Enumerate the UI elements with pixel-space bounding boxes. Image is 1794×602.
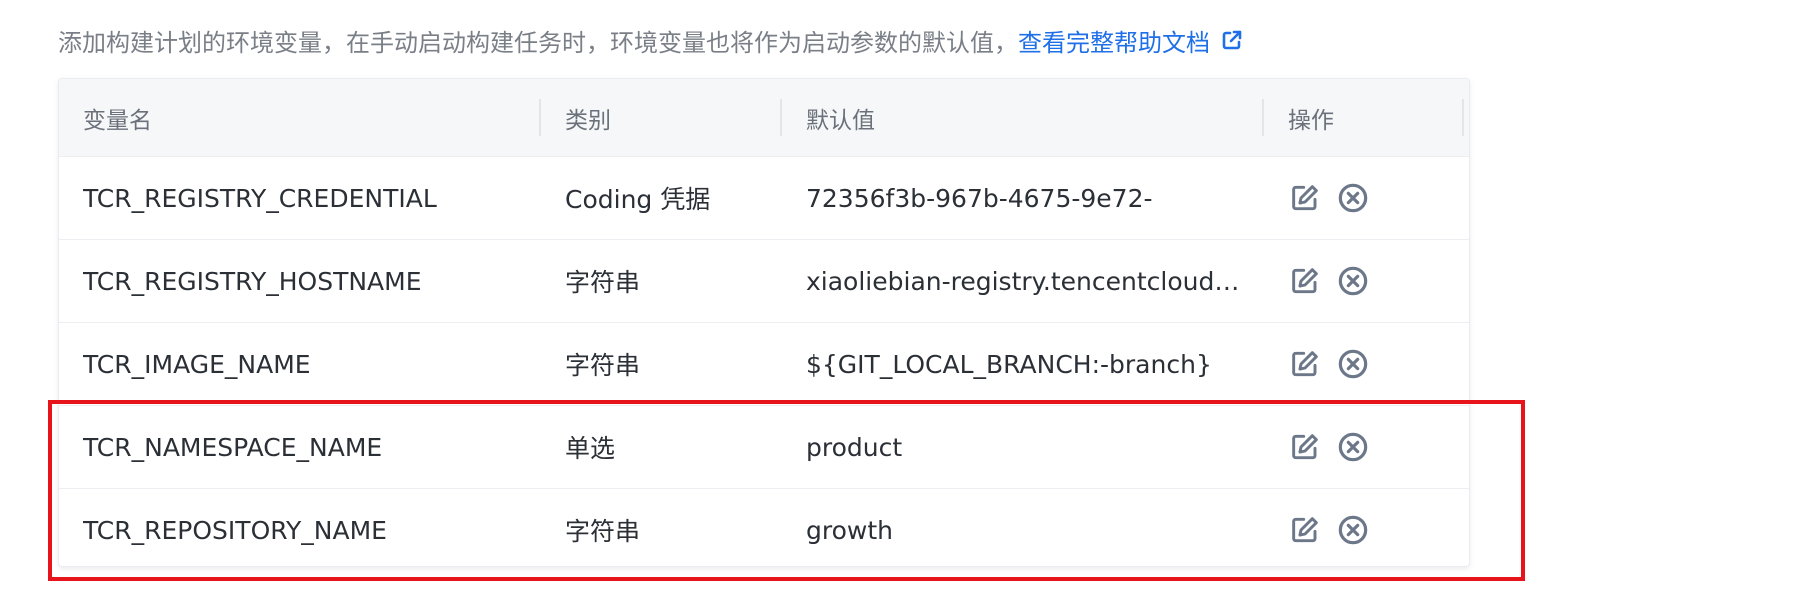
variable-type: Coding 凭据 — [565, 185, 711, 214]
edit-icon[interactable] — [1288, 264, 1322, 298]
header-actions: 操作 — [1264, 79, 1464, 156]
delete-circle-icon[interactable] — [1336, 264, 1370, 298]
description-text: 添加构建计划的环境变量，在手动启动构建任务时，环境变量也将作为启动参数的默认值， — [58, 28, 1018, 57]
variable-type: 单选 — [565, 434, 616, 463]
variable-default: growth — [806, 515, 893, 545]
edit-icon[interactable] — [1288, 181, 1322, 215]
delete-circle-icon[interactable] — [1336, 347, 1370, 381]
variable-name: TCR_NAMESPACE_NAME — [83, 432, 383, 462]
header-name: 变量名 — [59, 79, 541, 156]
variable-default: ${GIT_LOCAL_BRANCH:-branch} — [806, 349, 1212, 379]
row-actions — [1288, 513, 1370, 547]
table-header: 变量名 类别 默认值 操作 — [59, 79, 1469, 157]
table-body: TCR_REGISTRY_CREDENTIAL Coding 凭据 72356f… — [59, 157, 1469, 566]
delete-circle-icon[interactable] — [1336, 430, 1370, 464]
variable-default: 72356f3b-967b-4675-9e72- — [806, 183, 1153, 213]
variable-name: TCR_IMAGE_NAME — [83, 349, 311, 379]
table-row: TCR_IMAGE_NAME 字符串 ${GIT_LOCAL_BRANCH:-b… — [59, 323, 1469, 406]
edit-icon[interactable] — [1288, 347, 1322, 381]
variable-name: TCR_REGISTRY_CREDENTIAL — [83, 183, 437, 213]
table-row: TCR_NAMESPACE_NAME 单选 product — [59, 406, 1469, 489]
variable-name: TCR_REPOSITORY_NAME — [83, 515, 387, 545]
row-actions — [1288, 430, 1370, 464]
env-variable-table: 变量名 类别 默认值 操作 TCR_REGISTRY_CREDENTIAL Co… — [58, 78, 1470, 567]
help-doc-link[interactable]: 查看完整帮助文档 — [1018, 23, 1244, 58]
row-actions — [1288, 181, 1370, 215]
variable-name: TCR_REGISTRY_HOSTNAME — [83, 266, 422, 296]
edit-icon[interactable] — [1288, 513, 1322, 547]
variable-default: product — [806, 432, 903, 462]
table-row: TCR_REGISTRY_CREDENTIAL Coding 凭据 72356f… — [59, 157, 1469, 240]
description-bar: 添加构建计划的环境变量，在手动启动构建任务时，环境变量也将作为启动参数的默认值，… — [58, 22, 1244, 58]
variable-type: 字符串 — [565, 268, 641, 297]
row-actions — [1288, 347, 1370, 381]
table-row: TCR_REGISTRY_HOSTNAME 字符串 xiaoliebian-re… — [59, 240, 1469, 323]
variable-default: xiaoliebian-registry.tencentcloudcr.com — [806, 266, 1264, 296]
edit-icon[interactable] — [1288, 430, 1322, 464]
variable-type: 字符串 — [565, 351, 641, 380]
header-default: 默认值 — [782, 79, 1264, 156]
external-link-icon — [1220, 28, 1244, 52]
variable-type: 字符串 — [565, 517, 641, 546]
delete-circle-icon[interactable] — [1336, 513, 1370, 547]
header-type: 类别 — [541, 79, 782, 156]
row-actions — [1288, 264, 1370, 298]
table-row: TCR_REPOSITORY_NAME 字符串 growth — [59, 489, 1469, 566]
help-doc-link-label: 查看完整帮助文档 — [1018, 28, 1210, 57]
delete-circle-icon[interactable] — [1336, 181, 1370, 215]
